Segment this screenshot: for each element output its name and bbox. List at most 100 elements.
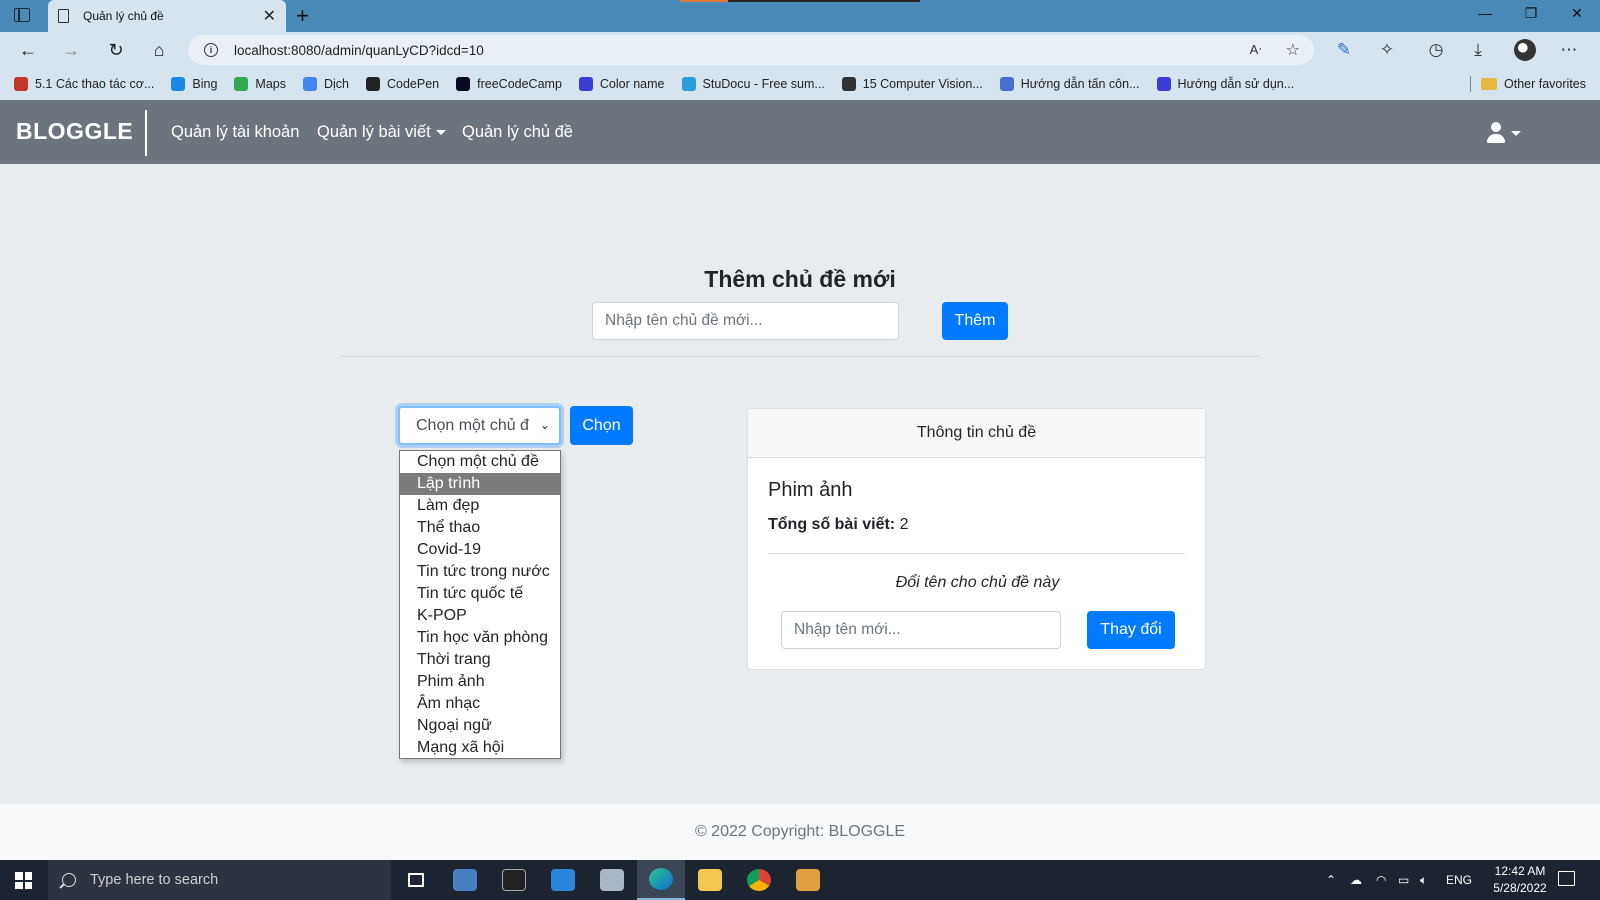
rename-topic-button[interactable]: Thay đổi <box>1087 611 1175 649</box>
tab-actions-icon[interactable] <box>14 8 30 22</box>
bookmark-item[interactable]: 15 Computer Vision... <box>841 77 983 91</box>
add-topic-button[interactable]: Thêm <box>942 302 1008 340</box>
windows-start-icon[interactable] <box>15 872 32 889</box>
rename-topic-input[interactable] <box>781 611 1061 649</box>
user-menu[interactable] <box>1486 122 1521 144</box>
dropdown-option[interactable]: Thể thao <box>400 517 560 539</box>
file-explorer-icon[interactable] <box>686 860 734 900</box>
codepen-icon <box>366 77 380 91</box>
close-window-button[interactable]: ✕ <box>1554 5 1600 22</box>
clock-time: 12:42 AM <box>1494 864 1546 878</box>
dropdown-option[interactable]: Chọn một chủ đề <box>400 451 560 473</box>
bookmark-item[interactable]: Bing <box>171 77 217 91</box>
wifi-icon[interactable]: ◠ <box>1376 860 1386 900</box>
profile-avatar[interactable] <box>1514 39 1536 61</box>
card-divider <box>768 553 1185 554</box>
dropdown-option[interactable]: Mạng xã hội <box>400 737 560 759</box>
minimize-button[interactable]: — <box>1462 5 1508 21</box>
nav-link-posts[interactable]: Quản lý bài viết <box>317 123 446 142</box>
terminal-icon[interactable] <box>490 860 538 900</box>
dropdown-option[interactable]: Ngoại ngữ <box>400 715 560 737</box>
app-icon-heartbeat[interactable] <box>539 860 587 900</box>
back-icon[interactable]: ← <box>14 38 42 62</box>
dropdown-option[interactable]: Âm nhạc <box>400 693 560 715</box>
tray-chevron-icon[interactable]: ⌃ <box>1326 860 1336 900</box>
bookmark-item[interactable]: Color name <box>578 77 665 91</box>
bookmark-item[interactable]: 5.1 Các thao tác cơ... <box>14 77 154 91</box>
dropdown-option[interactable]: Tin tức quốc tế <box>400 583 560 605</box>
dropdown-option[interactable]: Phim ảnh <box>400 671 560 693</box>
bookmark-label: freeCodeCamp <box>477 77 562 91</box>
history-icon[interactable]: ◷ <box>1424 40 1448 60</box>
nav-link-topics[interactable]: Quản lý chủ đề <box>462 123 573 142</box>
bookmark-item[interactable]: CodePen <box>366 77 439 91</box>
url-text[interactable]: localhost:8080/admin/quanLyCD?idcd=10 <box>234 43 1250 58</box>
topic-select[interactable]: Chọn một chủ đ ⌄ <box>398 406 561 445</box>
other-favorites-label: Other favorites <box>1504 77 1586 91</box>
browser-toolbar: ← → ↻ ⌂ i localhost:8080/admin/quanLyCD?… <box>0 32 1600 68</box>
download-icon[interactable]: ⤓ <box>1466 40 1490 60</box>
extensions-puzzle-icon[interactable]: ✧ <box>1375 40 1399 60</box>
bookmark-item[interactable]: Maps <box>234 77 286 91</box>
bookmark-label: Bing <box>192 77 218 91</box>
read-aloud-icon[interactable]: Aᐧ <box>1250 42 1262 58</box>
bookmark-label: Hướng dẫn tấn côn... <box>1020 77 1140 91</box>
nav-link-accounts[interactable]: Quản lý tài khoản <box>171 123 299 142</box>
notification-icon[interactable] <box>1558 871 1575 886</box>
forward-icon[interactable]: → <box>57 38 85 62</box>
post-count: Tổng số bài viết: 2 <box>768 516 908 534</box>
language-indicator[interactable]: ENG <box>1446 860 1472 900</box>
bookmark-item[interactable]: Dịch <box>302 77 349 91</box>
color-name-icon <box>578 77 593 91</box>
page-icon <box>58 9 69 23</box>
more-menu-icon[interactable]: ⋯ <box>1557 40 1581 60</box>
dropdown-option[interactable]: Covid-19 <box>400 539 560 561</box>
post-count-value: 2 <box>895 516 909 533</box>
edge-browser-icon[interactable] <box>637 860 685 900</box>
task-view-icon[interactable] <box>392 860 440 900</box>
app-icon-cube[interactable] <box>784 860 832 900</box>
chevron-down-icon <box>435 130 446 136</box>
studocu-icon <box>681 77 696 91</box>
bookmark-item[interactable]: freeCodeCamp <box>456 77 562 91</box>
onedrive-icon[interactable]: ☁ <box>1350 860 1362 900</box>
clock[interactable]: 12:42 AM 5/28/2022 <box>1480 863 1560 897</box>
browser-tab-active[interactable]: Quản lý chủ đề ✕ <box>48 0 286 32</box>
site-info-icon[interactable]: i <box>204 43 218 57</box>
choose-topic-button[interactable]: Chọn <box>570 406 633 445</box>
restore-button[interactable]: ❐ <box>1508 5 1554 22</box>
volume-icon[interactable]: 🔈︎ <box>1420 860 1427 900</box>
dropdown-option[interactable]: Tin học văn phòng <box>400 627 560 649</box>
home-icon[interactable]: ⌂ <box>145 38 173 62</box>
new-tab-button[interactable]: + <box>296 3 309 29</box>
refresh-icon[interactable]: ↻ <box>102 38 130 62</box>
close-tab-icon[interactable]: ✕ <box>263 6 276 26</box>
app-icon-disk[interactable] <box>588 860 636 900</box>
new-topic-input[interactable] <box>592 302 899 340</box>
dropdown-option[interactable]: Lập trình <box>400 473 560 495</box>
bookmark-label: Color name <box>599 77 665 91</box>
dropdown-option[interactable]: Tin tức trong nước <box>400 561 560 583</box>
battery-icon[interactable]: ▭ <box>1398 860 1409 900</box>
taskbar-search[interactable]: Type here to search <box>48 860 391 900</box>
guide-icon <box>1156 77 1171 91</box>
page-footer: © 2022 Copyright: BLOGGLE <box>0 804 1600 860</box>
bookmark-item[interactable]: Hướng dẫn sử dụn... <box>1156 77 1295 91</box>
dropdown-option[interactable]: Thời trang <box>400 649 560 671</box>
bookmark-item[interactable]: Hướng dẫn tấn côn... <box>999 77 1140 91</box>
clock-date: 5/28/2022 <box>1493 881 1547 895</box>
dropdown-option[interactable]: Làm đẹp <box>400 495 560 517</box>
bookmark-item[interactable]: StuDocu - Free sum... <box>681 77 825 91</box>
browser-titlebar: Quản lý chủ đề ✕ + — ❐ ✕ <box>0 0 1600 32</box>
brand-logo[interactable]: BLOGGLE <box>16 118 133 145</box>
bookmark-label: StuDocu - Free sum... <box>702 77 825 91</box>
extension-pen-icon[interactable]: ✎ <box>1332 40 1356 60</box>
other-favorites[interactable]: Other favorites <box>1481 68 1586 100</box>
address-bar[interactable]: i localhost:8080/admin/quanLyCD?idcd=10 … <box>188 35 1314 65</box>
favorite-star-icon[interactable]: ☆ <box>1286 40 1300 60</box>
v-icon <box>999 77 1014 91</box>
dropdown-option[interactable]: K-POP <box>400 605 560 627</box>
chrome-icon[interactable] <box>735 860 783 900</box>
app-icon-1[interactable] <box>441 860 489 900</box>
bookmark-label: Hướng dẫn sử dụn... <box>1177 77 1295 91</box>
